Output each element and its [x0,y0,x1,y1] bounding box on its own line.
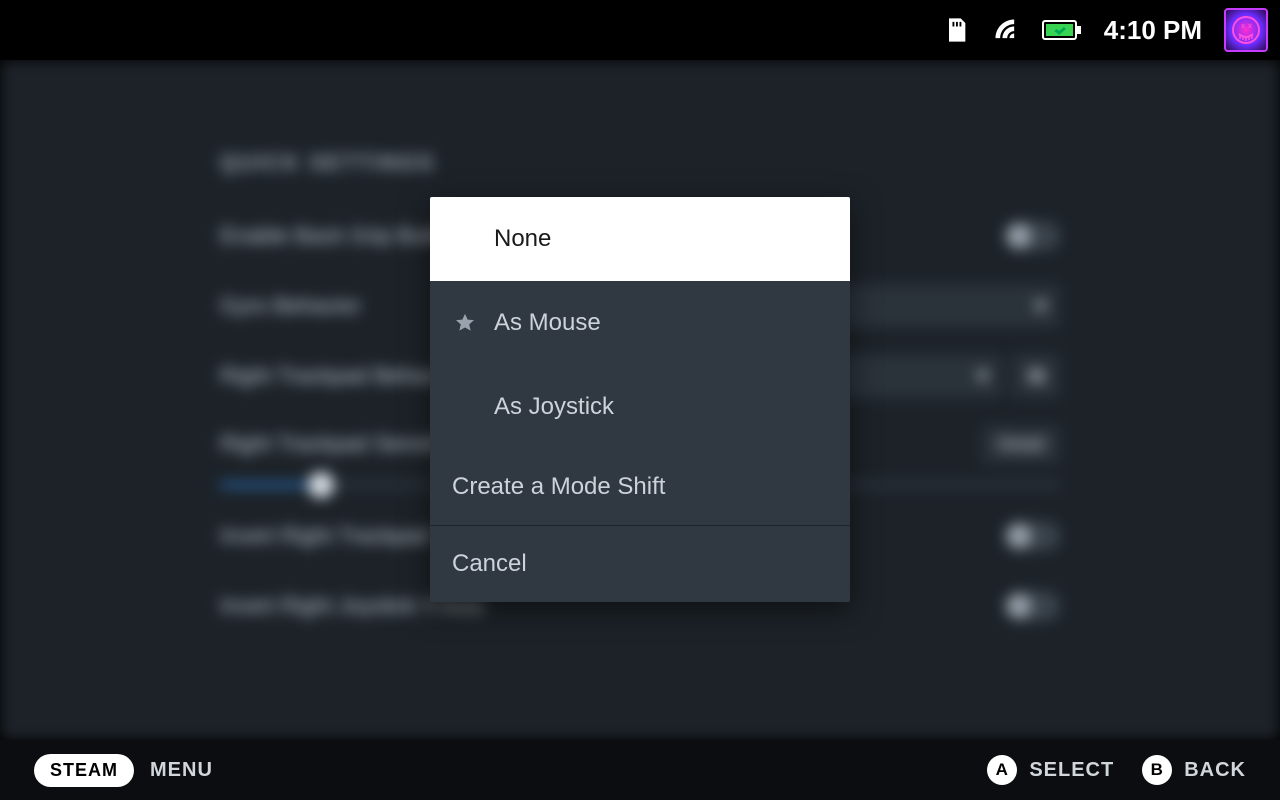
b-button-icon: B [1142,755,1172,785]
row-label: Gyro Behavior [220,293,361,319]
option-as-joystick[interactable]: As Joystick [430,365,850,449]
option-label: Create a Mode Shift [452,473,828,501]
status-bar: 4:10 PM x x [0,0,1280,60]
footer-bar: STEAM MENU A SELECT B BACK [0,740,1280,800]
avatar[interactable]: x x [1224,8,1268,52]
toggle[interactable] [1004,221,1060,251]
option-as-mouse[interactable]: As Mouse [430,281,850,365]
footer-left: STEAM MENU [34,754,213,787]
row-label: Right Trackpad Behavior [220,363,461,389]
a-button-icon: A [987,755,1017,785]
hint-label: BACK [1184,759,1246,782]
option-mode-shift[interactable]: Create a Mode Shift [430,449,850,525]
option-label: Cancel [452,550,828,578]
option-label: As Joystick [494,393,828,421]
svg-text:x: x [1248,23,1252,30]
svg-text:x: x [1241,23,1245,30]
hint-back: B BACK [1142,755,1246,785]
signal-icon [992,16,1020,44]
gear-icon[interactable] [1012,354,1060,398]
option-none[interactable]: None [430,197,850,281]
steam-button[interactable]: STEAM [34,754,134,787]
toggle[interactable] [1004,521,1060,551]
detail-button[interactable]: Detail [982,426,1060,463]
star-icon [452,312,478,334]
battery-icon [1042,16,1082,44]
clock: 4:10 PM [1104,15,1202,46]
option-cancel[interactable]: Cancel [430,526,850,602]
behavior-select-modal: None As Mouse As Joystick Create a Mode … [430,197,850,602]
sd-card-icon [942,16,970,44]
option-label: As Mouse [494,309,828,337]
hint-select: A SELECT [987,755,1114,785]
option-label: None [494,225,828,253]
section-title: QUICK SETTINGS [220,150,1060,176]
hint-label: SELECT [1029,759,1114,782]
footer-right: A SELECT B BACK [987,755,1246,785]
toggle[interactable] [1004,591,1060,621]
menu-label: MENU [150,759,213,782]
